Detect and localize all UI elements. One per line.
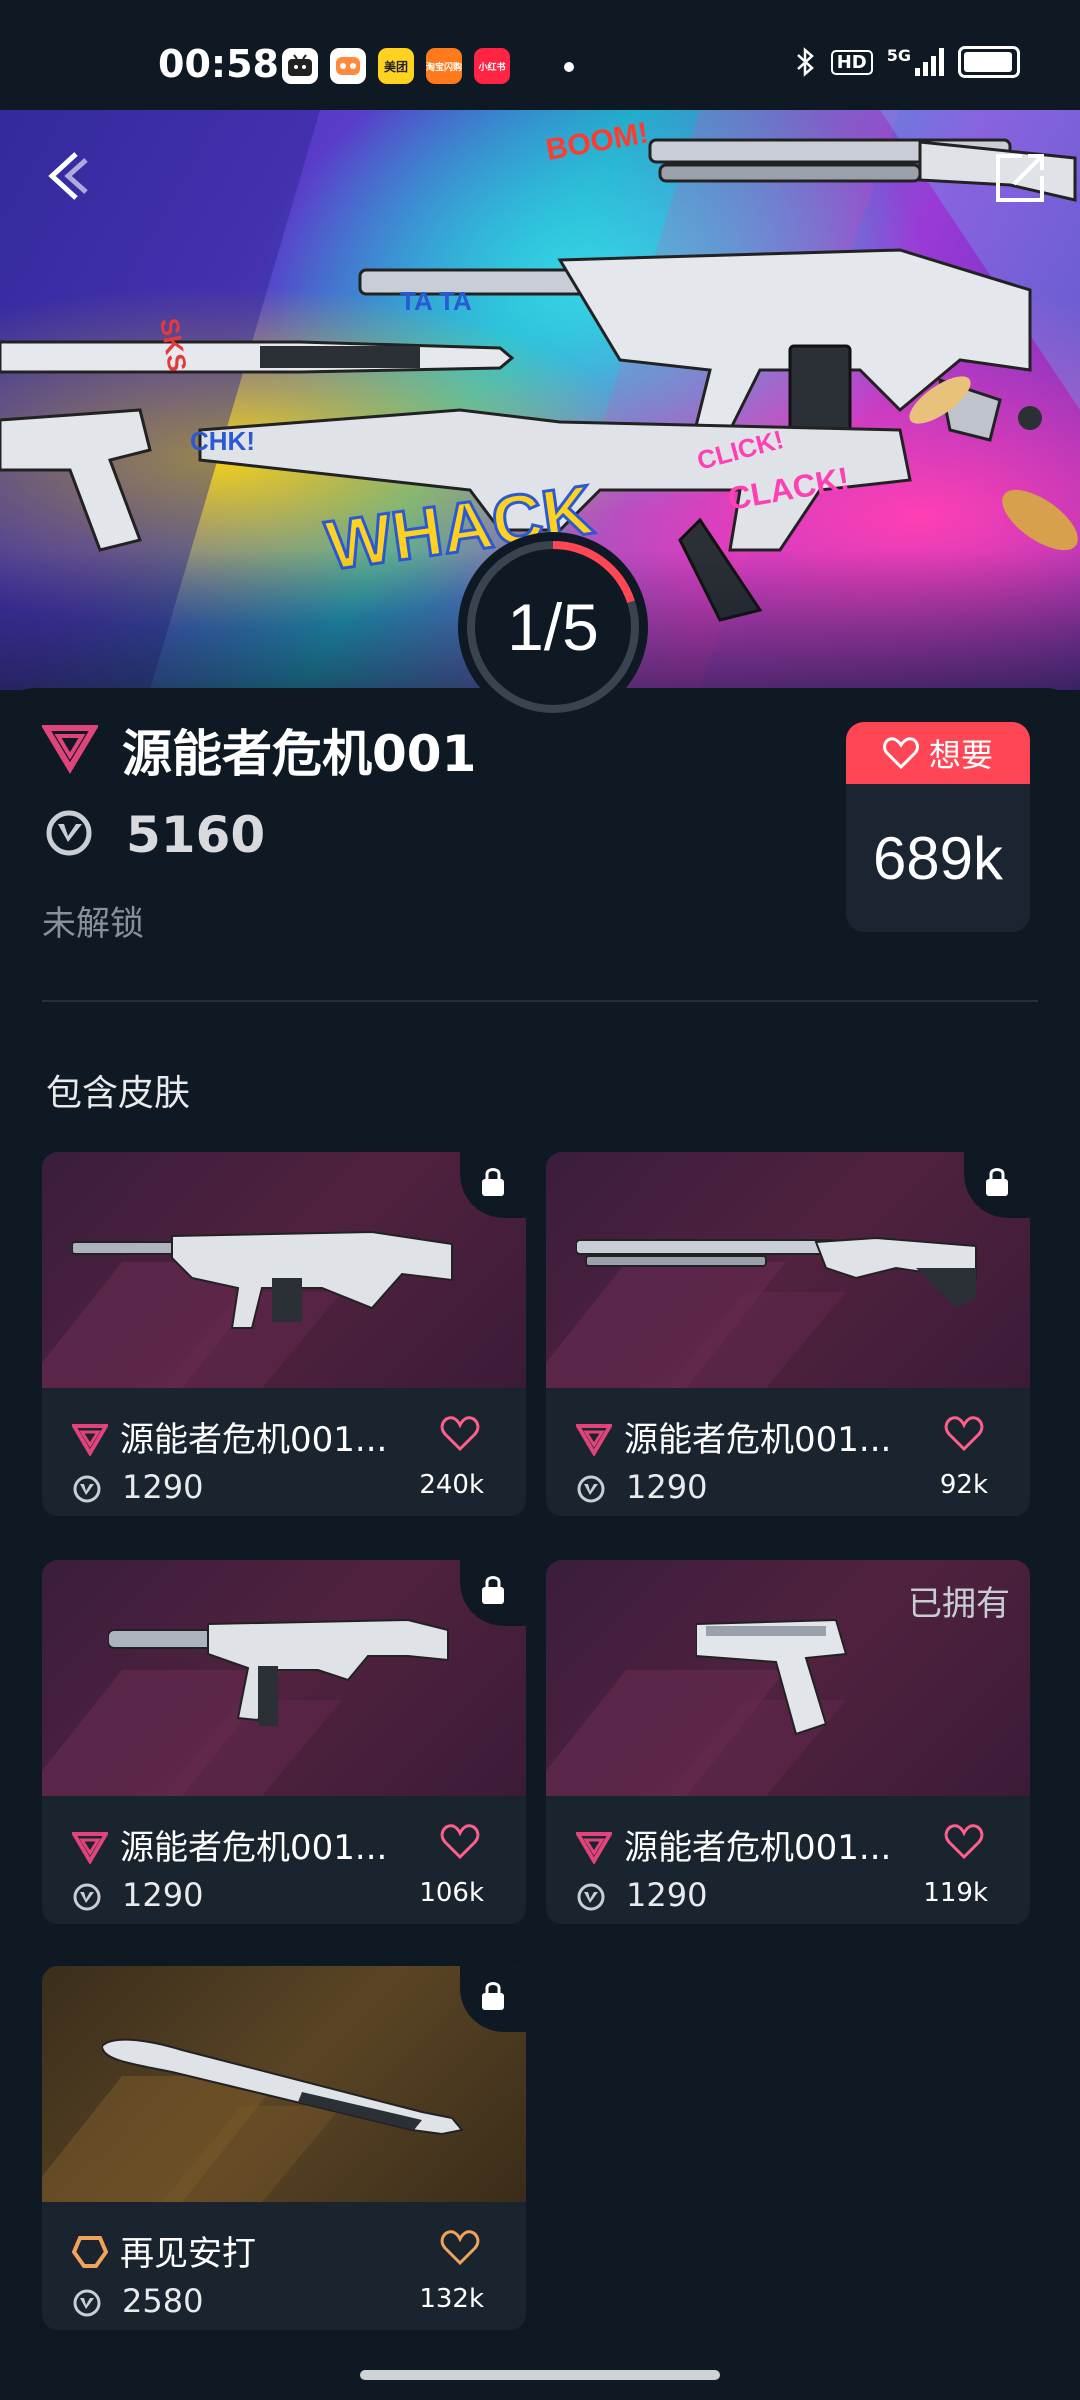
status-time: 00:58 bbox=[158, 42, 279, 86]
skin-name: 源能者危机001... bbox=[624, 1828, 892, 1868]
skin-likes: 132k bbox=[419, 2284, 484, 2314]
lock-icon bbox=[482, 1168, 504, 1196]
system-indicators: HD 5G bbox=[795, 46, 1020, 78]
lock-icon bbox=[482, 1982, 504, 2010]
heart-icon[interactable] bbox=[440, 1414, 480, 1454]
skin-image bbox=[546, 1152, 1030, 1388]
battery-icon bbox=[958, 46, 1020, 78]
network-type: 5G bbox=[886, 46, 911, 65]
more-notifications-dot bbox=[564, 62, 574, 72]
premium-tier-icon bbox=[72, 1424, 108, 1456]
shotgun-skin-icon bbox=[576, 1236, 977, 1308]
wishlist-button[interactable]: 想要 bbox=[846, 722, 1030, 784]
hd-badge: HD bbox=[830, 49, 873, 75]
skin-image bbox=[42, 1966, 526, 2202]
bundle-lock-status: 未解锁 bbox=[42, 904, 144, 944]
skin-price: 1290 bbox=[122, 1468, 204, 1506]
skin-image bbox=[42, 1152, 526, 1388]
notification-app-icons: 美团 淘宝闪购 小红书 bbox=[282, 48, 510, 84]
game-icon bbox=[330, 48, 366, 84]
bundle-price: 5160 bbox=[126, 806, 266, 864]
skin-price: 1290 bbox=[626, 1468, 708, 1506]
meituan-icon: 美团 bbox=[378, 48, 414, 84]
wishlist-card: 想要 689k bbox=[846, 722, 1030, 932]
status-bar: 00:58 美团 淘宝闪购 小红书 HD 5G bbox=[0, 0, 1080, 110]
exclusive-tier-icon bbox=[72, 2236, 108, 2268]
divider bbox=[42, 1000, 1038, 1002]
heart-icon[interactable] bbox=[440, 2228, 480, 2268]
svg-text:TA TA: TA TA bbox=[400, 286, 472, 316]
xiaohongshu-icon: 小红书 bbox=[474, 48, 510, 84]
skin-card-pistol[interactable]: 已拥有 源能者危机001... 1290 119k bbox=[546, 1560, 1030, 1924]
home-gesture-bar[interactable] bbox=[360, 2370, 720, 2380]
skin-card-rifle[interactable]: 源能者危机001... 1290 240k bbox=[42, 1152, 526, 1516]
valorant-points-icon bbox=[73, 1475, 101, 1503]
skin-card-bat[interactable]: 再见安打 2580 132k bbox=[42, 1966, 526, 2330]
valorant-points-icon bbox=[577, 1475, 605, 1503]
valorant-points-icon bbox=[46, 810, 92, 856]
heart-icon[interactable] bbox=[440, 1822, 480, 1862]
skin-price: 2580 bbox=[122, 2282, 204, 2320]
bluetooth-icon bbox=[796, 47, 814, 77]
skin-name: 源能者危机001... bbox=[120, 1828, 388, 1868]
back-arrow-icon[interactable] bbox=[40, 146, 100, 206]
skin-likes: 92k bbox=[939, 1470, 988, 1500]
bilibili-icon bbox=[282, 48, 318, 84]
skin-likes: 119k bbox=[923, 1878, 988, 1908]
skin-name: 源能者危机001... bbox=[120, 1420, 388, 1460]
heart-icon[interactable] bbox=[944, 1822, 984, 1862]
skin-name: 再见安打 bbox=[120, 2234, 256, 2274]
svg-text:BOOM!: BOOM! bbox=[543, 116, 650, 166]
skin-price: 1290 bbox=[626, 1876, 708, 1914]
heart-icon[interactable] bbox=[944, 1414, 984, 1454]
skin-card-smg[interactable]: 源能者危机001... 1290 106k bbox=[42, 1560, 526, 1924]
smg-skin-icon bbox=[108, 1618, 449, 1726]
skin-name: 源能者危机001... bbox=[624, 1420, 892, 1460]
valorant-points-icon bbox=[577, 1883, 605, 1911]
included-skins-title: 包含皮肤 bbox=[46, 1073, 191, 1114]
premium-tier-icon bbox=[576, 1424, 612, 1456]
skin-price: 1290 bbox=[122, 1876, 204, 1914]
bat-skin-icon bbox=[102, 2038, 464, 2136]
taobao-flash-icon: 淘宝闪购 bbox=[426, 48, 462, 84]
carousel-counter-text: 1/5 bbox=[507, 590, 599, 664]
premium-tier-icon bbox=[72, 1832, 108, 1864]
skin-likes: 106k bbox=[419, 1878, 484, 1908]
pistol-skin-icon bbox=[696, 1618, 848, 1736]
skin-card-shotgun[interactable]: 源能者危机001... 1290 92k bbox=[546, 1152, 1030, 1516]
rifle-skin-icon bbox=[72, 1230, 453, 1329]
valorant-points-icon bbox=[73, 1883, 101, 1911]
premium-tier-icon bbox=[42, 725, 98, 774]
carousel-counter: 1/5 bbox=[458, 532, 648, 722]
valorant-points-icon bbox=[73, 2289, 101, 2317]
bundle-title: 源能者危机001 bbox=[122, 725, 477, 783]
share-icon[interactable] bbox=[990, 148, 1050, 208]
wishlist-count: 689k bbox=[872, 824, 1004, 892]
signal-icon bbox=[915, 48, 944, 76]
owned-label: 已拥有 bbox=[908, 1584, 1010, 1624]
premium-tier-icon bbox=[576, 1832, 612, 1864]
skin-likes: 240k bbox=[419, 1470, 484, 1500]
lock-icon bbox=[482, 1576, 504, 1604]
svg-text:CHK!: CHK! bbox=[190, 426, 255, 456]
lock-icon bbox=[986, 1168, 1008, 1196]
heart-icon bbox=[883, 737, 919, 769]
wishlist-label: 想要 bbox=[928, 736, 993, 774]
skin-image bbox=[42, 1560, 526, 1796]
skin-image: 已拥有 bbox=[546, 1560, 1030, 1796]
